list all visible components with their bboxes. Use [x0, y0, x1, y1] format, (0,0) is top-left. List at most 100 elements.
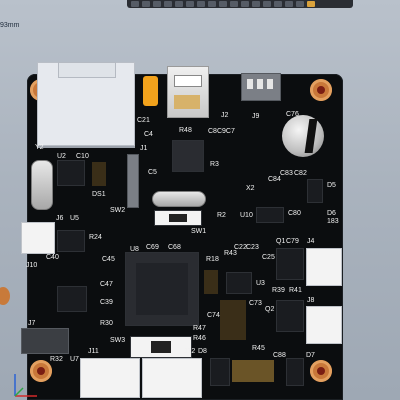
designator-c21: C21: [137, 117, 150, 124]
designator-r45: R45: [252, 345, 265, 352]
designator-c79: C79: [286, 238, 299, 245]
designator-r2: R2: [217, 212, 226, 219]
diode-d5: [307, 179, 323, 203]
designator-y2: Y2: [35, 144, 44, 151]
designator-r41: R41: [289, 287, 302, 294]
designator-u5: U5: [70, 215, 79, 222]
designator-r3: R3: [210, 161, 219, 168]
designator-q1: Q1: [276, 238, 286, 245]
toolbar-button[interactable]: [186, 1, 194, 7]
designator-d8: D8: [198, 348, 207, 355]
crystal-y2: [31, 160, 53, 210]
designator-q2: Q2: [265, 306, 275, 313]
designator-c23: C23: [246, 244, 259, 251]
designator-u10: U10: [240, 212, 253, 219]
toolbar-button[interactable]: [252, 1, 260, 7]
designator-c25: C25: [262, 254, 275, 261]
rj45-connector: [37, 62, 135, 146]
toolbar-button[interactable]: [296, 1, 304, 7]
view-toolbar[interactable]: [127, 0, 353, 8]
capacitor-c21: [143, 76, 158, 106]
connector-j11: [80, 358, 140, 398]
ic-q1: [276, 248, 304, 280]
designator-c5: C5: [148, 169, 157, 176]
toolbar-button[interactable]: [285, 1, 293, 7]
toolbar-button[interactable]: [208, 1, 216, 7]
mounting-hole: [310, 360, 332, 382]
diode-d7: [286, 358, 304, 386]
toolbar-button[interactable]: [219, 1, 227, 7]
ic-mcu-small: [172, 140, 204, 172]
designator-j12: J12: [184, 348, 196, 355]
designator-sw2: SW2: [110, 207, 126, 214]
designator-c76: C76: [286, 111, 299, 118]
designator-u7: U7: [70, 356, 79, 363]
toolbar-button[interactable]: [274, 1, 282, 7]
designator-j4: J4: [307, 238, 315, 245]
dimension-label: 93mm: [0, 22, 20, 29]
ic-u2: [57, 160, 85, 186]
ic-u10: [256, 207, 284, 223]
ic-mcu-u8: [125, 252, 199, 326]
toolbar-button[interactable]: [175, 1, 183, 7]
designator-u8: U8: [130, 246, 139, 253]
connector-j6: [21, 222, 55, 254]
toolbar-button[interactable]: [131, 1, 139, 7]
toolbar-button[interactable]: [142, 1, 150, 7]
designator-r43: R43: [224, 250, 237, 257]
toolbar-button[interactable]: [164, 1, 172, 7]
polarity-stripe: [304, 119, 318, 153]
designator-r39: R39: [272, 287, 285, 294]
designator-183: 183: [327, 218, 339, 225]
designator-sw3: SW3: [110, 337, 126, 344]
diode-d8: [210, 358, 230, 386]
designator-d5: D5: [327, 182, 336, 189]
designator-c47: C47: [100, 281, 113, 288]
switch-actuator: [151, 341, 171, 353]
designator-c73: C73: [249, 300, 262, 307]
ic-u9: [276, 300, 304, 332]
designator-r48: R48: [179, 127, 192, 134]
designator-c10: C10: [76, 153, 89, 160]
designator-j6: J6: [56, 215, 64, 222]
designator-c74: C74: [207, 312, 220, 319]
designator-ds1: DS1: [92, 191, 106, 198]
connector-j8: [306, 306, 342, 344]
toolbar-button[interactable]: [197, 1, 205, 7]
designator-x2: X2: [246, 185, 255, 192]
designator-r46: R46: [193, 335, 206, 342]
usb-pads: [174, 95, 200, 109]
designator-u3: U3: [256, 280, 265, 287]
toolbar-button-active[interactable]: [307, 1, 315, 7]
usb-connector-j2: [167, 66, 209, 118]
designator-c88: C88: [273, 352, 286, 359]
smd-array: [232, 360, 274, 382]
ic-u5: [57, 230, 85, 252]
designator-j7: J7: [28, 320, 36, 327]
connector-j1: [127, 154, 139, 208]
designator-d6: D6: [327, 210, 336, 217]
toolbar-button[interactable]: [230, 1, 238, 7]
mounting-hole: [310, 79, 332, 101]
pin: [257, 79, 263, 89]
switch-sw3: [130, 336, 192, 358]
ic-u3: [226, 272, 252, 294]
3d-pcb-viewport[interactable]: 93mm Y2 C21 J2 J9 C76 U2 C10 C4 R48 C8C9…: [0, 0, 400, 400]
designator-c69: C69: [146, 244, 159, 251]
side-connector: [0, 287, 10, 305]
toolbar-button[interactable]: [241, 1, 249, 7]
toolbar-button[interactable]: [263, 1, 271, 7]
designator-c22: C22: [234, 244, 247, 251]
designator-j2: J2: [221, 112, 229, 119]
smd-cluster: [92, 162, 106, 186]
designator-c68: C68: [168, 244, 181, 251]
designator-c39: C39: [100, 299, 113, 306]
connector-j9: [241, 73, 281, 101]
toolbar-button[interactable]: [153, 1, 161, 7]
designator-j9: J9: [252, 113, 260, 120]
switch-sw1: [154, 210, 202, 226]
audio-jack: [21, 328, 69, 354]
designator-r32: R32: [50, 356, 63, 363]
designator-c82: C82: [294, 170, 307, 177]
designator-j11: J11: [88, 348, 99, 355]
